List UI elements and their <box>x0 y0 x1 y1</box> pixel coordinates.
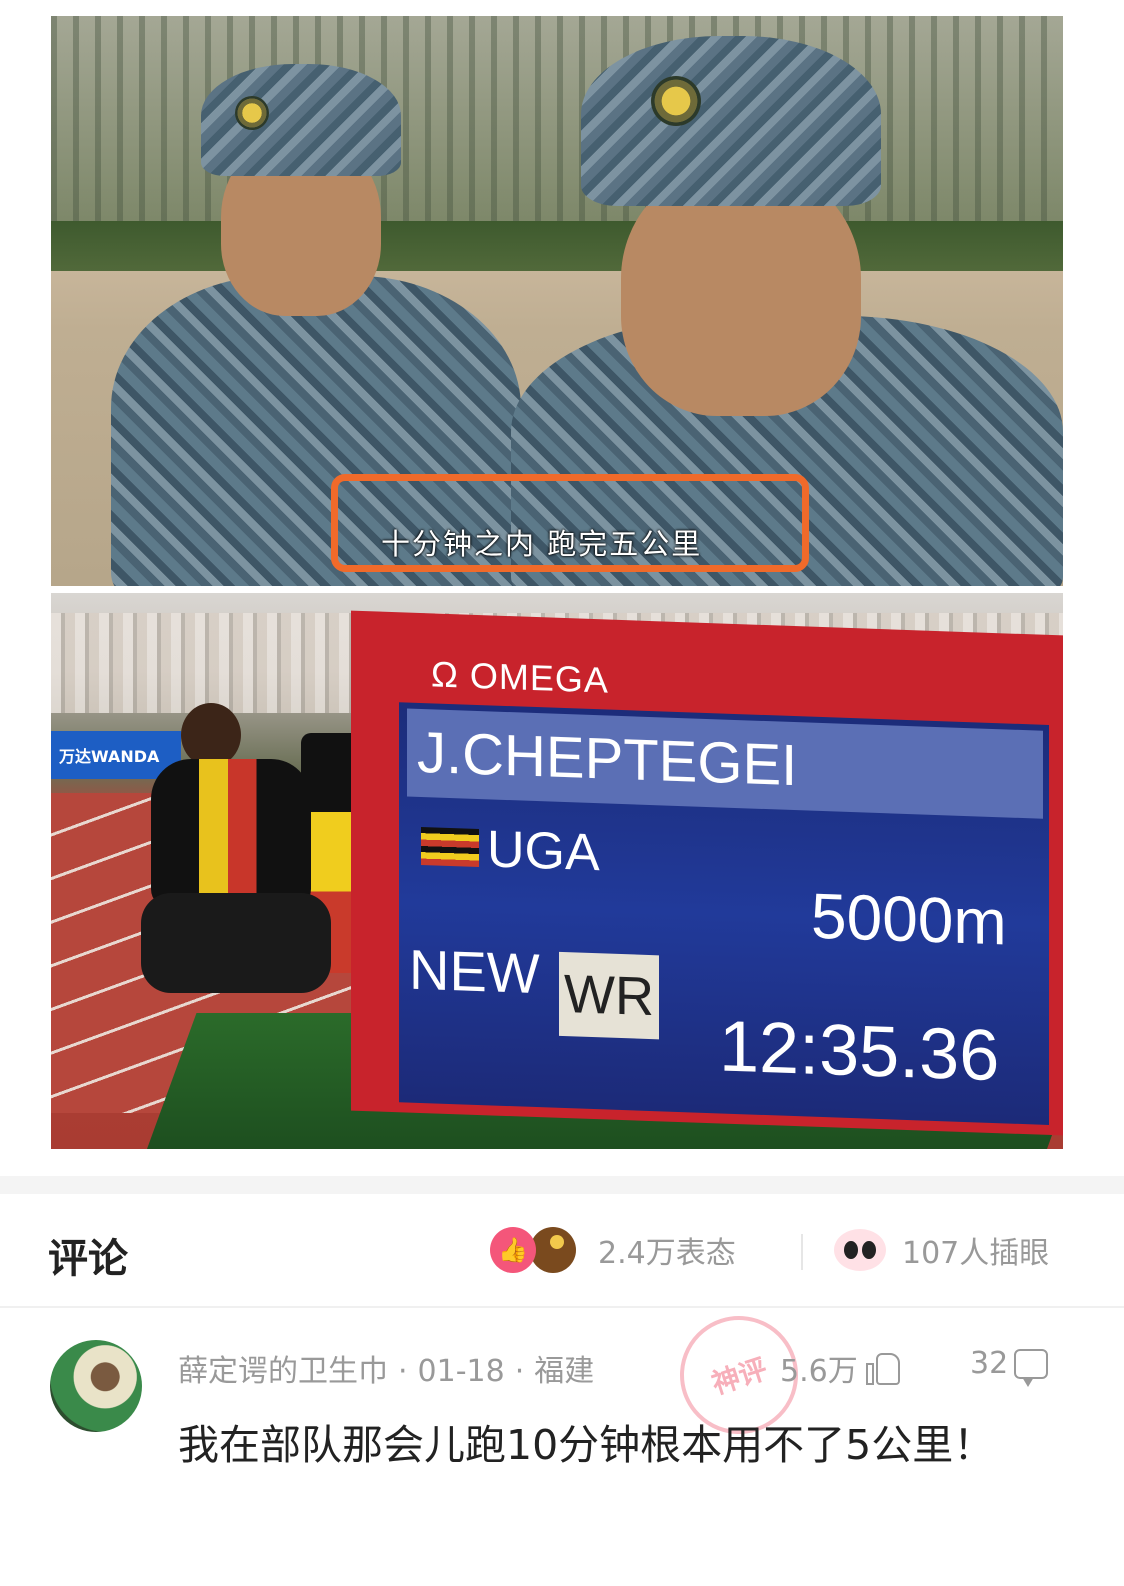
background-treeline <box>51 221 1063 271</box>
header-separator <box>801 1234 803 1270</box>
athlete-name-row: J.CHEPTEGEI <box>407 708 1043 819</box>
soldier-left-cap <box>201 64 401 176</box>
eyes-icon[interactable] <box>834 1229 886 1271</box>
cap-badge-icon <box>651 76 701 126</box>
world-record-badge: WR <box>559 951 659 1040</box>
athlete-legs <box>141 893 331 993</box>
reactions-summary[interactable]: 👍 2.4万表态 <box>490 1224 736 1276</box>
athlete <box>141 703 331 993</box>
athlete-name: J.CHEPTEGEI <box>417 719 798 799</box>
uganda-flag-icon <box>421 827 479 868</box>
event-distance: 5000m <box>811 879 1007 959</box>
comment-bubble-icon[interactable] <box>1014 1348 1049 1387</box>
scoreboard: Ω OMEGA J.CHEPTEGEI UGA 5000m NEW WR 12:… <box>351 610 1063 1136</box>
header-divider <box>0 1306 1124 1308</box>
onlookers-summary[interactable]: 107人插眼 <box>834 1224 1049 1276</box>
comment-like-button[interactable]: 5.6万 <box>780 1346 902 1390</box>
cap-badge-icon <box>235 96 269 130</box>
scoreboard-photo[interactable]: 万达WANDA Ω OMEGA J.CHEPTEGEI UGA 5000m NE… <box>51 593 1063 1149</box>
omega-logo: Ω OMEGA <box>431 653 609 701</box>
comment-reply-count: 32 <box>970 1346 1009 1381</box>
reaction-count: 2.4万表态 <box>598 1236 736 1271</box>
like-icon[interactable]: 👍 <box>490 1227 536 1273</box>
thumbs-up-icon[interactable] <box>865 1351 902 1385</box>
avatar[interactable] <box>50 1340 142 1432</box>
athlete-head <box>181 703 241 767</box>
onlookers-count: 107人插眼 <box>902 1236 1050 1271</box>
new-label: NEW <box>409 937 540 1006</box>
athlete-body <box>151 759 311 909</box>
country-code: UGA <box>487 820 600 883</box>
comment-date: 01-18 <box>417 1354 505 1389</box>
video-caption: 十分钟之内 跑完五公里 <box>381 527 703 561</box>
comment-reply-button[interactable]: 32 <box>970 1346 1049 1387</box>
comment-like-count: 5.6万 <box>780 1354 858 1389</box>
surprised-face-icon[interactable] <box>530 1227 576 1273</box>
comment-meta: 薛定谔的卫生巾 · 01-18 · 福建 <box>178 1354 595 1389</box>
soldier-right-cap <box>581 36 881 206</box>
soldiers-photo[interactable]: 十分钟之内 跑完五公里 <box>51 16 1063 586</box>
comment-text: 我在部队那会儿跑10分钟根本用不了5公里！ <box>178 1421 995 1469</box>
section-divider <box>0 1176 1124 1194</box>
comments-title: 评论 <box>48 1236 128 1282</box>
record-time: 12:35.36 <box>719 1006 1000 1097</box>
scoreboard-screen: J.CHEPTEGEI UGA 5000m NEW WR 12:35.36 <box>399 702 1049 1125</box>
comment-location: 福建 <box>534 1354 595 1389</box>
comment-author[interactable]: 薛定谔的卫生巾 <box>178 1354 388 1389</box>
